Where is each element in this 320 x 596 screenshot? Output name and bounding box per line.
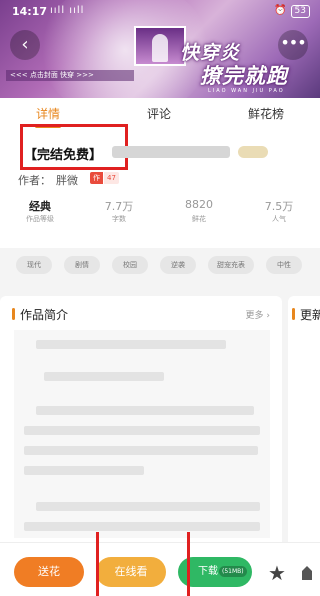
download-size: (51MB) [219, 565, 247, 577]
blurred-text-line [36, 340, 226, 349]
book-detail-card: 详情 评论 鲜花榜 【完结免费】 作者： 胖微 作 47 经典 作品等级 7.7… [0, 98, 320, 278]
stat-label: 人气 [272, 215, 286, 223]
stat-label: 字数 [112, 215, 126, 223]
blurred-text-line [24, 522, 260, 531]
book-badge-blurred [238, 146, 268, 158]
more-dots-icon: ••• [280, 33, 306, 52]
book-cover-thumbnail[interactable] [134, 26, 186, 66]
stat-label: 鲜花 [192, 215, 206, 223]
blurred-text-line [36, 406, 254, 415]
intro-panel: 作品简介 更多 › [0, 296, 282, 542]
banner-tagline: <<< 点击封面 快穿 >>> [6, 70, 134, 81]
genre-tag[interactable]: 逆袭 [160, 256, 196, 274]
more-options-button[interactable]: ••• [278, 30, 308, 60]
banner-title-line2: 撩完就跑 [200, 63, 288, 88]
banner-pinyin: LIAO WAN JIU PAO [208, 88, 285, 94]
author-name[interactable]: 胖微 [56, 172, 78, 188]
highlight-box-right-edge [184, 532, 190, 596]
chevron-left-icon: ‹ [21, 34, 29, 55]
stat-popularity: 7.5万 人气 [249, 198, 309, 224]
tab-flower-ranking[interactable]: 鲜花榜 [248, 105, 284, 122]
status-time: 14:17 [12, 5, 48, 18]
author-label: 作者： [18, 174, 51, 187]
stat-value: 经典 [29, 200, 51, 213]
author-level-tag: 作 [90, 172, 103, 184]
send-flowers-button[interactable]: 送花 [14, 557, 84, 587]
share-icon[interactable] [300, 563, 314, 581]
blurred-text-line [36, 502, 260, 511]
stat-value: 7.7万 [104, 200, 134, 213]
stat-grade: 经典 作品等级 [10, 198, 70, 224]
author-level-value: 47 [104, 172, 119, 184]
battery-area: ⏰ 53 [274, 5, 310, 18]
stat-word-count: 7.7万 字数 [89, 198, 149, 224]
section-accent-bar [292, 308, 295, 320]
section-accent-bar [12, 308, 15, 320]
battery-icon: 53 [290, 5, 310, 18]
update-title: 更新 [300, 308, 320, 322]
blurred-text-line [44, 372, 164, 381]
download-label: 下载 [198, 566, 218, 577]
highlight-box-left-edge [96, 532, 102, 596]
tab-details[interactable]: 详情 [36, 105, 60, 122]
genre-tag[interactable]: 现代 [16, 256, 52, 274]
blurred-text-line [24, 466, 144, 475]
status-bar: 14:17 ııll ııll ⏰ 53 [0, 0, 320, 24]
genre-tag[interactable]: 甜宠充表 [208, 256, 254, 274]
update-panel: 更新 [288, 296, 320, 542]
read-online-button[interactable]: 在线看 [96, 557, 166, 587]
genre-tag[interactable]: 中性 [266, 256, 302, 274]
intro-more-link[interactable]: 更多 › [246, 308, 270, 321]
back-button[interactable]: ‹ [10, 30, 40, 60]
book-banner: 14:17 ııll ııll ⏰ 53 ‹ ••• 快穿炎 撩完就跑 LIAO … [0, 0, 320, 98]
signal-icon: ııll ııll [50, 5, 85, 16]
book-title-blurred [112, 146, 230, 158]
book-status-label: 【完结免费】 [24, 148, 103, 163]
stat-value: 8820 [185, 198, 213, 211]
genre-tags: 现代 剧情 校园 逆袭 甜宠充表 中性 [0, 248, 320, 278]
star-icon[interactable]: ★ [268, 561, 286, 585]
stat-label: 作品等级 [26, 215, 54, 223]
intro-title: 作品简介 [20, 308, 69, 322]
intro-text-blurred [14, 330, 270, 538]
stat-flowers: 8820 鲜花 [169, 198, 229, 224]
stat-value: 7.5万 [264, 200, 294, 213]
tab-comments[interactable]: 评论 [147, 105, 171, 122]
blurred-text-line [24, 426, 260, 435]
genre-tag[interactable]: 校园 [112, 256, 148, 274]
bottom-action-bar: 送花 在线看 下载 (51MB) ★ [0, 542, 320, 596]
genre-tag[interactable]: 剧情 [64, 256, 100, 274]
blurred-text-line [24, 446, 258, 455]
